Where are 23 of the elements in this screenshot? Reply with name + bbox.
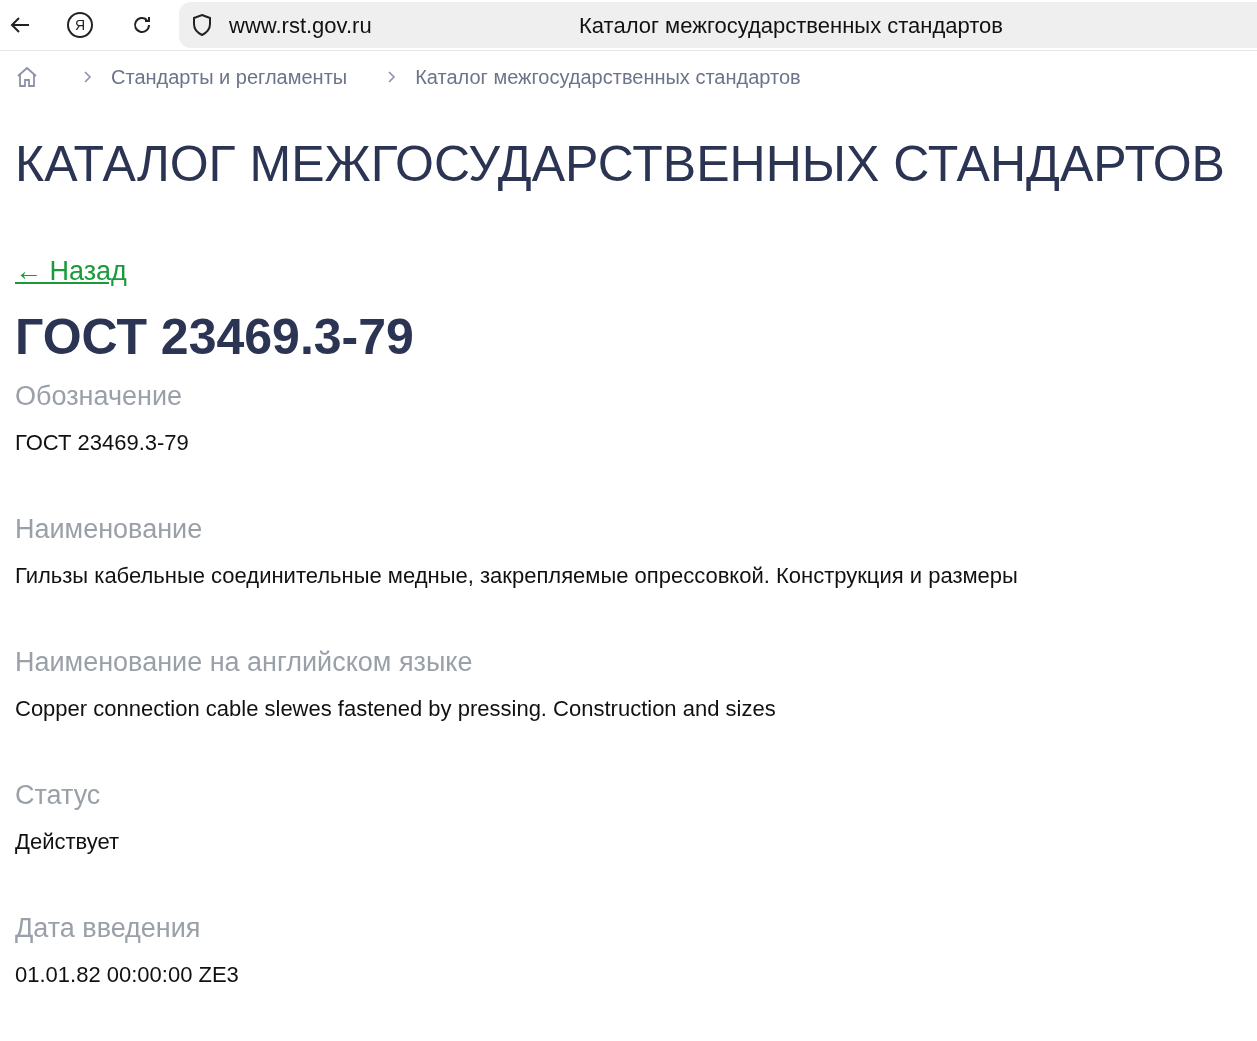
field-value: Действует	[15, 827, 121, 856]
standard-heading: ГОСТ 23469.3-79	[15, 311, 415, 362]
home-icon[interactable]	[15, 65, 39, 89]
page-heading: КАТАЛОГ МЕЖГОСУДАРСТВЕННЫХ СТАНДАРТОВ	[15, 139, 1226, 189]
field-label: Обозначение	[15, 379, 183, 413]
tab-title: Каталог межгосударственных стандартов	[579, 11, 1004, 40]
url-text: www.rst.gov.ru	[229, 11, 373, 40]
breadcrumb-link[interactable]: Стандарты и регламенты	[111, 62, 348, 92]
browser-logo-button[interactable]: Я	[67, 12, 93, 38]
field-label: Дата введения	[15, 911, 202, 945]
breadcrumb-link[interactable]: Каталог межгосударственных стандартов	[415, 62, 801, 92]
address-bar[interactable]: www.rst.gov.ru Каталог межгосударственных стандартов	[179, 2, 1257, 48]
field-value: Гильзы кабельные соединительные медные, закрепляемые опрессовкой. Конструкция и размеры	[15, 561, 1019, 590]
shield-icon	[191, 13, 213, 37]
field-label: Наименование на английском языке	[15, 645, 474, 679]
field-label: Наименование	[15, 512, 204, 546]
chevron-icon	[83, 70, 93, 84]
field-value: ГОСТ 23469.3-79	[15, 428, 190, 457]
field-value: 01.01.82 00:00:00 ZE3	[15, 960, 240, 989]
chevron-icon	[387, 70, 398, 84]
back-link[interactable]: ← Назад	[15, 251, 127, 292]
field-label: Статус	[15, 778, 102, 812]
field-value: Copper connection cable slewes fastened by pressing. Construction and sizes	[15, 694, 777, 723]
